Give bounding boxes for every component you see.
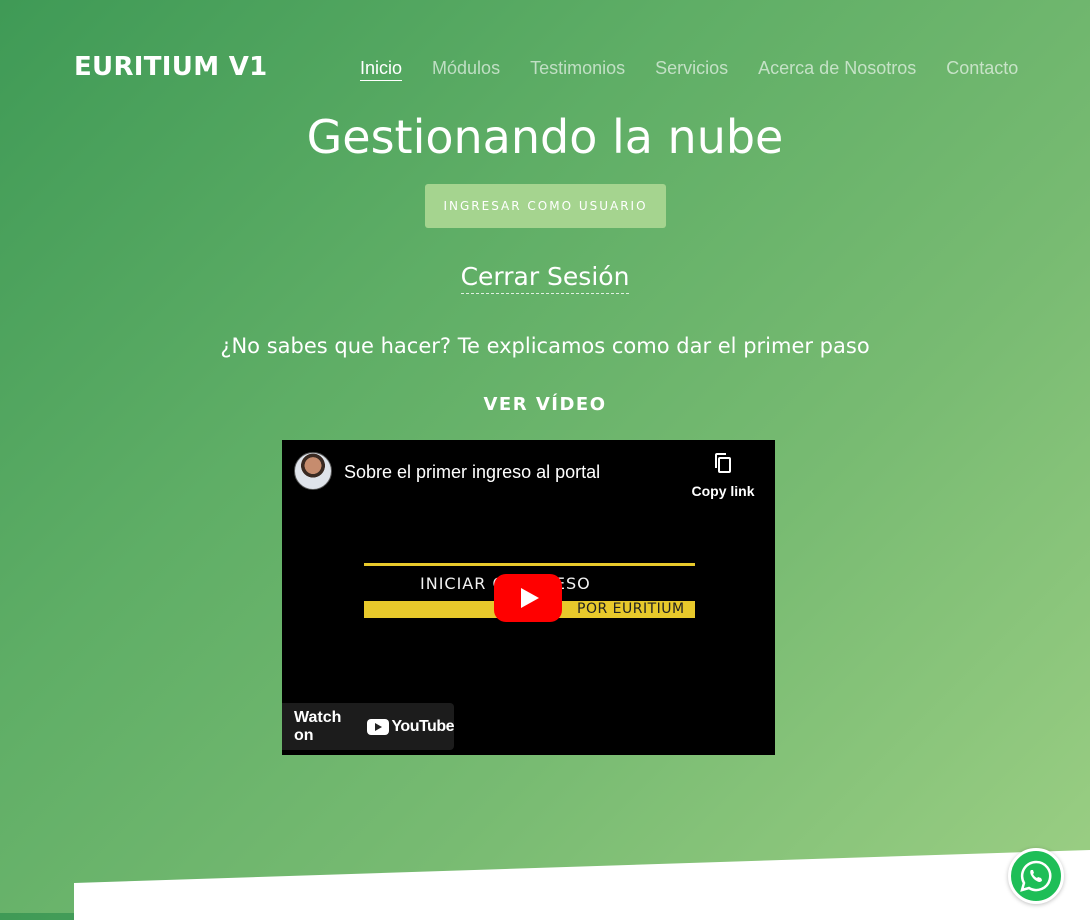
copy-link-button[interactable]: Copy link	[688, 452, 758, 501]
section-divider	[74, 850, 1090, 920]
copy-icon	[688, 452, 758, 479]
brand-logo[interactable]: EURITIUM V1	[74, 52, 268, 82]
youtube-embed[interactable]: Sobre el primer ingreso al portal Copy l…	[282, 440, 775, 755]
play-icon[interactable]	[494, 574, 562, 622]
nav-item-servicios[interactable]: Servicios	[655, 58, 728, 81]
hero-subtitle: ¿No sabes que hacer? Te explicamos como …	[220, 334, 870, 358]
watch-on-label: Watch on	[294, 708, 342, 744]
watch-on-youtube-button[interactable]: Watch on YouTube	[282, 703, 454, 750]
channel-avatar[interactable]	[294, 452, 332, 490]
nav-item-testimonios[interactable]: Testimonios	[530, 58, 625, 81]
thumbnail-text-2: POR EURITIUM	[577, 601, 685, 617]
login-button[interactable]: INGRESAR COMO USUARIO	[425, 184, 666, 228]
nav-item-contacto[interactable]: Contacto	[946, 58, 1018, 81]
whatsapp-icon	[1020, 860, 1052, 892]
logout-container: Cerrar Sesión	[0, 262, 1090, 294]
video-title[interactable]: Sobre el primer ingreso al portal	[344, 462, 600, 483]
copy-link-label: Copy link	[691, 483, 755, 499]
nav-item-inicio[interactable]: Inicio	[360, 58, 403, 81]
hero-title: Gestionando la nube	[306, 110, 784, 164]
thumbnail-top-line	[364, 563, 695, 566]
main-nav: Inicio Módulos Testimonios Servicios Ace…	[360, 58, 1018, 81]
whatsapp-button[interactable]	[1008, 848, 1064, 904]
video-heading: VER VÍDEO	[483, 394, 607, 415]
youtube-wordmark: YouTube	[391, 717, 454, 735]
youtube-play-icon	[367, 718, 390, 735]
nav-item-acerca[interactable]: Acerca de Nosotros	[758, 58, 916, 81]
nav-item-modulos[interactable]: Módulos	[432, 58, 500, 81]
logout-link[interactable]: Cerrar Sesión	[460, 262, 630, 294]
youtube-logo-icon: YouTube	[367, 718, 454, 736]
